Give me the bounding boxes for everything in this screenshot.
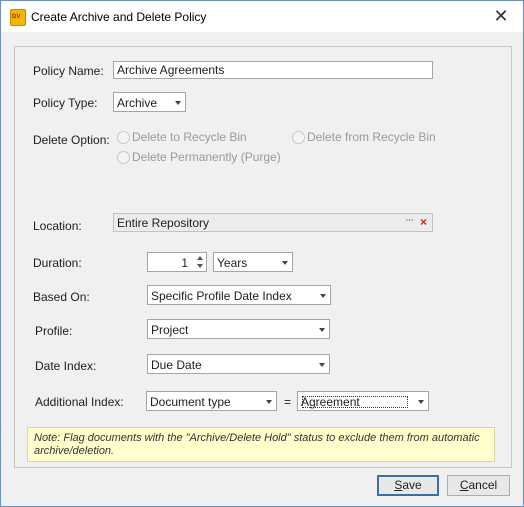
cancel-button[interactable]: Cancel	[447, 475, 510, 496]
location-value: Entire Repository	[117, 216, 210, 230]
radio-label-delete-from-recycle-bin: Delete from Recycle Bin	[307, 130, 436, 144]
browse-icon[interactable]: ···	[405, 214, 414, 226]
location-field[interactable]: Entire Repository ··· ×	[113, 213, 433, 232]
clear-icon[interactable]: ×	[420, 215, 427, 229]
profile-dropdown[interactable]: Project	[147, 319, 330, 339]
hold-status-note: Note: Flag documents with the "Archive/D…	[27, 427, 495, 462]
chevron-down-icon	[319, 363, 325, 367]
app-icon-text: DV	[12, 14, 21, 20]
duration-unit-value: Years	[217, 256, 248, 270]
radio-delete-permanently[interactable]	[117, 151, 130, 164]
duration-label: Duration:	[33, 256, 82, 270]
title-bar: DV Create Archive and Delete Policy ✕	[1, 1, 523, 32]
location-label: Location:	[33, 219, 82, 233]
chevron-down-icon	[418, 400, 424, 404]
additional-index-label: Additional Index:	[35, 395, 124, 409]
spin-down-icon[interactable]	[197, 264, 203, 268]
duration-stepper[interactable]: 1	[147, 252, 207, 272]
chevron-down-icon	[175, 101, 181, 105]
spin-up-icon[interactable]	[197, 256, 203, 260]
profile-label: Profile:	[35, 324, 73, 338]
dialog-window: DV Create Archive and Delete Policy ✕ Po…	[0, 0, 524, 507]
radio-delete-to-recycle-bin[interactable]	[117, 131, 130, 144]
policy-name-input[interactable]: Archive Agreements	[113, 61, 433, 79]
save-label: ave	[402, 478, 422, 492]
radio-delete-from-recycle-bin[interactable]	[292, 131, 305, 144]
additional-index-field-value: Document type	[150, 395, 231, 409]
date-index-value: Due Date	[151, 358, 202, 372]
policy-type-value: Archive	[117, 96, 158, 110]
close-icon[interactable]: ✕	[487, 4, 515, 28]
date-index-dropdown[interactable]: Due Date	[147, 354, 330, 374]
policy-type-dropdown[interactable]: Archive	[113, 92, 186, 112]
chevron-down-icon	[282, 261, 288, 265]
additional-index-field-dropdown[interactable]: Document type	[146, 391, 277, 411]
chevron-down-icon	[320, 294, 326, 298]
radio-label-delete-permanently: Delete Permanently (Purge)	[132, 150, 281, 164]
equals-sign: =	[284, 395, 292, 409]
profile-value: Project	[151, 323, 189, 337]
based-on-value: Specific Profile Date Index	[151, 289, 292, 303]
save-button[interactable]: Save	[377, 475, 439, 496]
based-on-dropdown[interactable]: Specific Profile Date Index	[147, 285, 331, 305]
policy-type-label: Policy Type:	[33, 96, 98, 110]
chevron-down-icon	[266, 400, 272, 404]
radio-label-delete-to-recycle-bin: Delete to Recycle Bin	[132, 130, 247, 144]
delete-option-label: Delete Option:	[33, 133, 110, 147]
app-icon: DV	[10, 9, 26, 26]
chevron-down-icon	[319, 328, 325, 332]
duration-value: 1	[181, 256, 188, 270]
dialog-title: Create Archive and Delete Policy	[31, 10, 207, 24]
date-index-label: Date Index:	[35, 359, 97, 373]
policy-form-panel: Policy Name: Archive Agreements Policy T…	[14, 46, 512, 468]
based-on-label: Based On:	[33, 290, 90, 304]
additional-index-value-dropdown[interactable]: Agreement	[297, 391, 429, 411]
duration-unit-dropdown[interactable]: Years	[213, 252, 293, 272]
cancel-label: ancel	[468, 478, 498, 492]
additional-index-value: Agreement	[300, 394, 410, 410]
policy-name-label: Policy Name:	[33, 64, 104, 78]
